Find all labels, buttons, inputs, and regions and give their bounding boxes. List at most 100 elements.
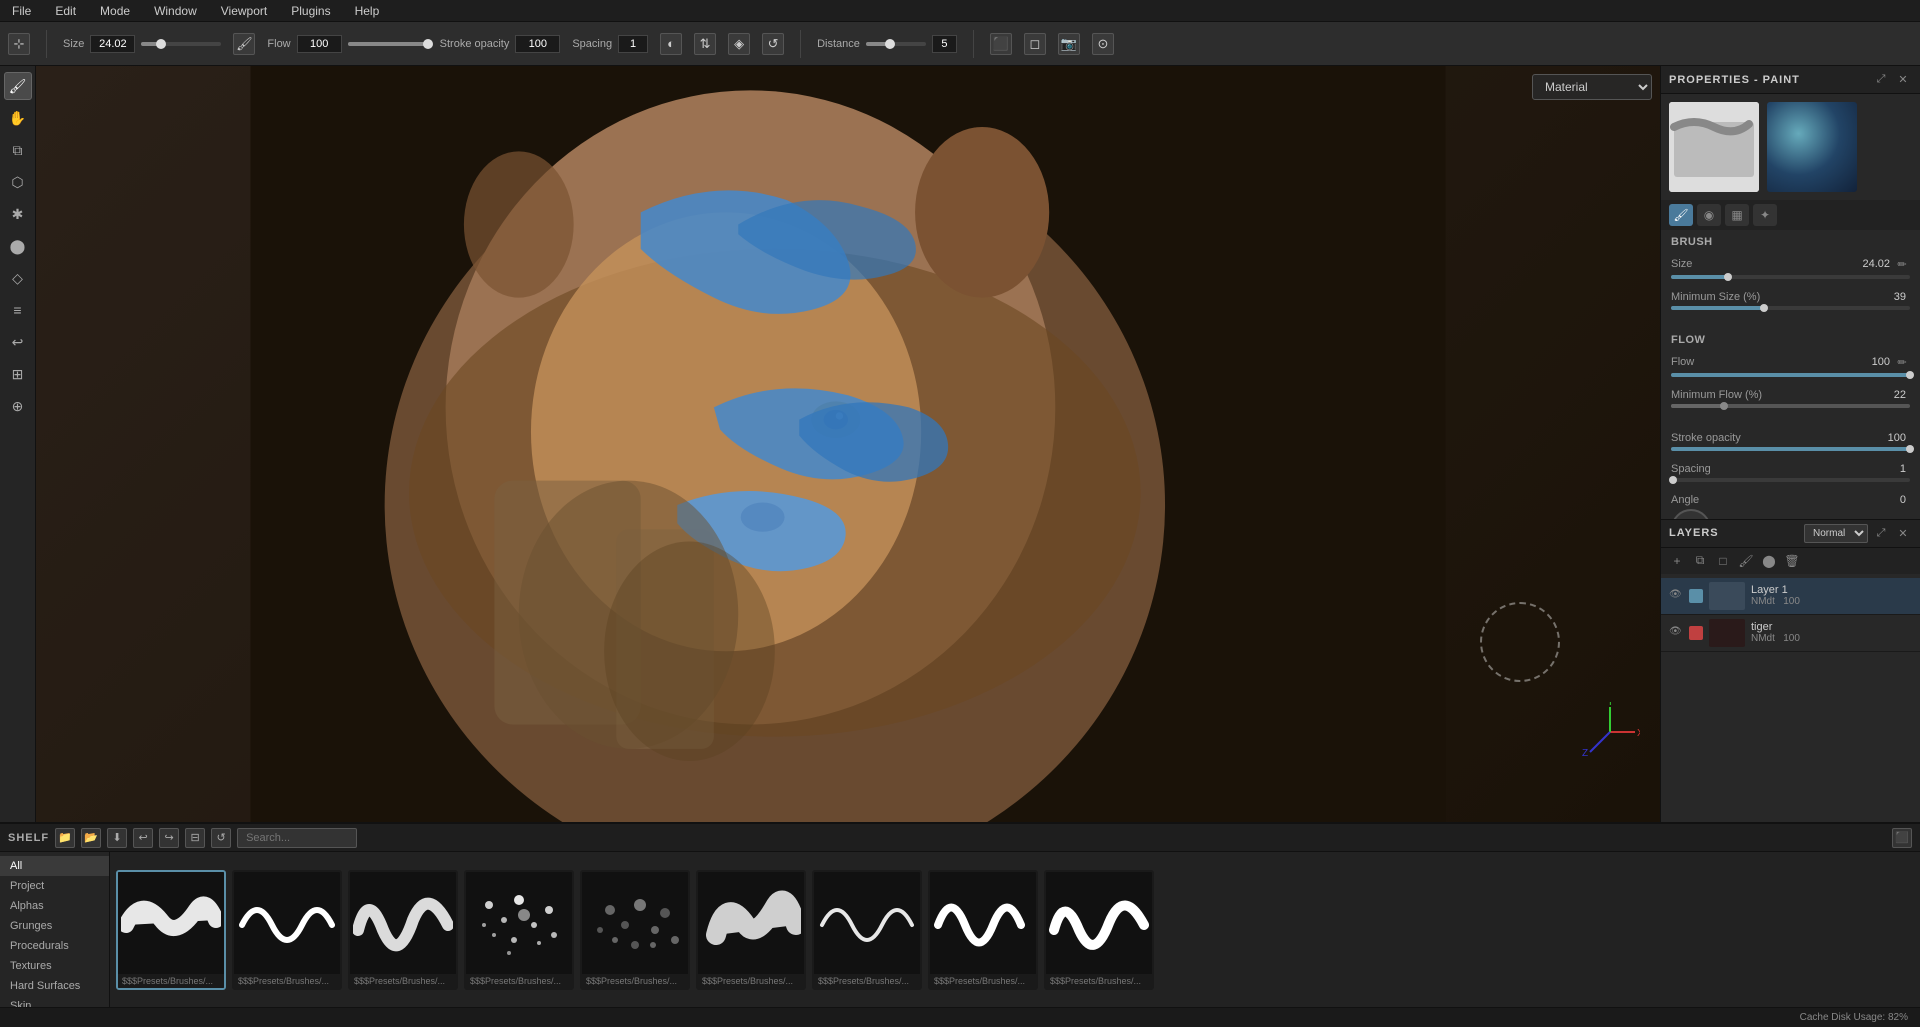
material-select[interactable]: Material Wireframe Flat [1532, 74, 1652, 100]
layer-item[interactable]: 👁 Layer 1 NMdt 100 [1661, 578, 1920, 615]
menu-help[interactable]: Help [351, 2, 384, 20]
group-layer-btn[interactable]: □ [1713, 551, 1733, 571]
menu-edit[interactable]: Edit [51, 2, 80, 20]
size-input[interactable] [90, 35, 135, 53]
layers-expand-icon[interactable]: ⤢ [1872, 524, 1890, 542]
layer-type: NMdt 100 [1751, 633, 1912, 644]
brush-item[interactable]: $$$Presets/Brushes/... [812, 870, 922, 990]
layers-tool[interactable]: ≡ [4, 296, 32, 324]
transform-tool[interactable]: ✱ [4, 200, 32, 228]
settings-tool[interactable]: ⊕ [4, 392, 32, 420]
bake-tool[interactable]: ⊞ [4, 360, 32, 388]
spacing-label: Spacing [572, 38, 612, 50]
shelf-folder-btn[interactable]: 📂 [81, 828, 101, 848]
duplicate-layer-btn[interactable]: ⧉ [1690, 551, 1710, 571]
tab-effects[interactable]: ✦ [1753, 204, 1777, 226]
brush-item[interactable]: $$$Presets/Brushes/... [580, 870, 690, 990]
fill-tool[interactable]: ⬤ [4, 232, 32, 260]
category-textures[interactable]: Textures [0, 956, 109, 976]
pick-tool[interactable]: ◇ [4, 264, 32, 292]
spacing-slider[interactable] [1671, 478, 1910, 482]
paint-brush-tool[interactable]: 🖌 [4, 72, 32, 100]
layer-thumbnail [1709, 582, 1745, 610]
viewport[interactable]: Material Wireframe Flat X Y Z [36, 66, 1660, 822]
category-project[interactable]: Project [0, 876, 109, 896]
layers-close-icon[interactable]: ✕ [1894, 524, 1912, 542]
shelf-search-input[interactable] [237, 828, 357, 848]
close-icon[interactable]: ✕ [1894, 71, 1912, 89]
layer-item[interactable]: 👁 tiger NMdt 100 [1661, 615, 1920, 652]
shelf-add-btn[interactable]: 📁 [55, 828, 75, 848]
shelf-filter-btn[interactable]: ⊟ [185, 828, 205, 848]
category-grunges[interactable]: Grunges [0, 916, 109, 936]
category-hard-surfaces[interactable]: Hard Surfaces [0, 976, 109, 996]
flow-section: Flow Flow 100 ✏ Minimum [1661, 328, 1920, 426]
layer-visibility-icon[interactable]: 👁 [1669, 589, 1683, 603]
category-all[interactable]: All [0, 856, 109, 876]
object-icon[interactable]: ◻ [1024, 33, 1046, 55]
tab-material[interactable]: ◉ [1697, 204, 1721, 226]
layer-visibility-icon[interactable]: 👁 [1669, 626, 1683, 640]
flow-slider[interactable] [1671, 373, 1910, 377]
expand-icon[interactable]: ⤢ [1872, 71, 1890, 89]
menu-mode[interactable]: Mode [96, 2, 134, 20]
rotate-icon[interactable]: ↺ [762, 33, 784, 55]
brush-item[interactable]: $$$Presets/Brushes/... [696, 870, 806, 990]
shelf-export-btn[interactable]: ↩ [133, 828, 153, 848]
shelf-body: All Project Alphas Grunges Procedurals T… [0, 852, 1920, 1007]
menu-viewport[interactable]: Viewport [217, 2, 271, 20]
add-layer-btn[interactable]: + [1667, 551, 1687, 571]
brush-item[interactable]: $$$Presets/Brushes/... [928, 870, 1038, 990]
distance-input[interactable] [932, 35, 957, 53]
smudge-tool[interactable]: ✋ [4, 104, 32, 132]
brush-item[interactable]: $$$Presets/Brushes/... [1044, 870, 1154, 990]
flip-v-icon[interactable]: ⇅ [694, 33, 716, 55]
tab-brush[interactable]: 🖌 [1669, 204, 1693, 226]
flow-edit-icon[interactable]: ✏ [1894, 354, 1910, 370]
select-tool-icon[interactable]: ⊹ [8, 33, 30, 55]
menu-file[interactable]: File [8, 2, 35, 20]
min-size-slider[interactable] [1671, 306, 1910, 310]
category-procedurals[interactable]: Procedurals [0, 936, 109, 956]
select-tool[interactable]: ⬡ [4, 168, 32, 196]
shelf-send-btn[interactable]: ↪ [159, 828, 179, 848]
angle-dial[interactable] [1671, 509, 1711, 520]
photo-icon[interactable]: ⊙ [1092, 33, 1114, 55]
spacing-input[interactable] [618, 35, 648, 53]
shelf-refresh-btn[interactable]: ↺ [211, 828, 231, 848]
category-skin[interactable]: Skin [0, 996, 109, 1007]
fill-layer-btn[interactable]: ⬤ [1759, 551, 1779, 571]
delete-layer-btn[interactable]: 🗑 [1782, 551, 1802, 571]
size-slider[interactable] [141, 42, 221, 46]
size-slider[interactable] [1671, 275, 1910, 279]
brush-item[interactable]: $$$Presets/Brushes/... [464, 870, 574, 990]
brush-item[interactable]: $$$Presets/Brushes/... [116, 870, 226, 990]
flow-input[interactable] [297, 35, 342, 53]
tab-texture[interactable]: ▦ [1725, 204, 1749, 226]
camera-persp-icon[interactable]: ⬛ [990, 33, 1012, 55]
category-alphas[interactable]: Alphas [0, 896, 109, 916]
flow-slider[interactable] [348, 42, 428, 46]
brush-item[interactable]: $$$Presets/Brushes/... [232, 870, 342, 990]
history-tool[interactable]: ↩ [4, 328, 32, 356]
distance-slider[interactable] [866, 42, 926, 46]
blend-mode-select[interactable]: Normal Multiply Screen [1804, 524, 1868, 543]
stroke-opacity-slider[interactable] [1671, 447, 1910, 451]
invert-icon[interactable]: ◐ [660, 33, 682, 55]
spacing-prop-value: 1 [1876, 463, 1906, 475]
shelf-import-btn[interactable]: ⬇ [107, 828, 127, 848]
menu-plugins[interactable]: Plugins [287, 2, 334, 20]
symmetry-icon[interactable]: ◈ [728, 33, 750, 55]
size-edit-icon[interactable]: ✏ [1894, 256, 1910, 272]
distance-label: Distance [817, 38, 860, 50]
stroke-opacity-input[interactable] [515, 35, 560, 53]
paint-layer-btn[interactable]: 🖌 [1736, 551, 1756, 571]
min-size-row: Minimum Size (%) 39 [1671, 291, 1910, 303]
video-icon[interactable]: 📷 [1058, 33, 1080, 55]
brush-icon[interactable]: 🖌 [233, 33, 255, 55]
clone-tool[interactable]: ⧉ [4, 136, 32, 164]
shelf-grid-view-btn[interactable]: ⬛ [1892, 828, 1912, 848]
menu-window[interactable]: Window [150, 2, 201, 20]
min-flow-slider[interactable] [1671, 404, 1910, 408]
brush-item[interactable]: $$$Presets/Brushes/... [348, 870, 458, 990]
